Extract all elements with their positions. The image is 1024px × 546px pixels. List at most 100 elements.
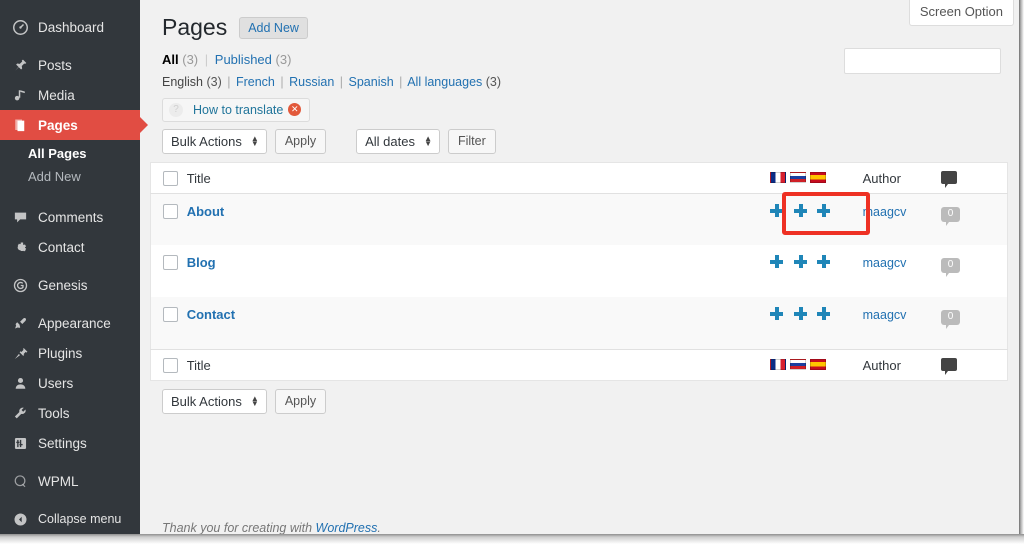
comment-count-badge[interactable]: 0 [941,310,961,330]
page-title-link[interactable]: Contact [187,307,235,322]
filter-all-label: All [162,51,179,67]
select-all-header [150,162,187,194]
sidebar-item-comments[interactable]: Comments [0,202,140,232]
collapse-menu-button[interactable]: Collapse menu [0,504,140,534]
apply-button-bottom[interactable]: Apply [274,388,327,414]
select-all-checkbox-top[interactable] [163,170,178,186]
add-translation-french[interactable] [770,255,784,269]
row-title-cell: Contact [187,297,770,349]
sidebar-item-wpml[interactable]: WPML [0,466,140,496]
bulk-actions-select-bottom[interactable]: Bulk Actions ▲ ▼ [162,388,267,414]
column-footer-author[interactable]: Author [862,348,942,381]
tablenav-bottom: Bulk Actions ▲ ▼ Apply [162,388,1019,414]
search-box[interactable] [844,48,1001,74]
author-link[interactable]: maagcv [863,308,907,322]
wordpress-link[interactable]: WordPress [316,521,378,535]
sidebar-item-label: Appearance [38,315,111,331]
language-filter-french[interactable]: French [236,75,275,89]
wpml-icon [10,471,30,491]
comment-bubble-icon [941,170,958,188]
french-flag-icon [770,171,787,183]
filter-published-count: (3) [275,51,292,67]
row-title-cell: About [187,193,770,245]
sidebar-item-contact[interactable]: Contact [0,232,140,262]
column-header-title[interactable]: Title [186,162,771,194]
language-filter-all[interactable]: All languages [407,75,482,89]
add-translation-russian[interactable] [793,307,807,321]
language-flags-group [770,358,827,370]
sidebar-item-tools[interactable]: Tools [0,398,140,428]
sidebar-item-posts[interactable]: Posts [0,50,140,80]
add-translation-french[interactable] [770,307,784,321]
language-filter-spanish[interactable]: Spanish [349,75,394,89]
sidebar-item-settings[interactable]: Settings [0,428,140,458]
screen-options-label: Screen Option [919,4,1003,19]
footer-text-before: Thank you for creating with [162,521,316,535]
add-translation-spanish[interactable] [817,307,831,321]
sidebar-divider [0,42,140,50]
how-to-translate-notice[interactable]: ? How to translate ✕ [162,97,311,122]
row-checkbox[interactable] [163,307,178,323]
column-footer-title[interactable]: Title [186,348,771,381]
filter-button[interactable]: Filter [447,128,496,154]
row-title-cell: Blog [187,245,770,297]
table-row[interactable]: Contact maagcv 0 [150,297,1008,350]
sidebar-divider [0,300,140,308]
table-row[interactable]: Blog maagcv 0 [151,245,1008,297]
row-checkbox[interactable] [163,255,178,271]
page-title-link[interactable]: Blog [187,255,216,270]
sidebar-divider [0,194,140,202]
sidebar-item-plugins[interactable]: Plugins [0,338,140,368]
sidebar-item-genesis[interactable]: Genesis [0,270,140,300]
date-filter-label: All dates [365,133,415,149]
sidebar-item-label: Media [38,87,75,103]
language-label: Spanish [348,74,394,89]
dashboard-icon [10,17,30,37]
author-link[interactable]: maagcv [863,205,907,219]
sidebar-item-pages[interactable]: Pages [0,110,148,140]
sidebar-item-label: Users [38,375,74,391]
row-checkbox-cell [151,193,187,245]
add-translation-french[interactable] [770,203,784,217]
row-checkbox[interactable] [163,203,178,219]
apply-button-top[interactable]: Apply [274,128,327,154]
language-count: (3) [206,74,222,89]
comment-count-badge[interactable]: 0 [941,258,961,278]
language-filter-row: English (3) | French | Russian | Spanish… [162,75,1019,89]
select-all-footer [150,348,187,381]
close-circle-icon[interactable]: ✕ [288,103,302,117]
add-new-button[interactable]: Add New [239,16,308,39]
question-mark-icon: ? [169,102,183,117]
table-row[interactable]: About maagcv 0 [150,193,1008,246]
sidebar-divider [0,262,140,270]
sidebar-item-media[interactable]: Media [0,80,140,110]
add-translation-spanish[interactable] [817,203,831,217]
language-separator: | [280,74,284,89]
author-link[interactable]: maagcv [863,256,907,270]
screen-options-tab[interactable]: Screen Option [908,0,1014,26]
add-translation-russian[interactable] [793,255,807,269]
add-translation-russian[interactable] [793,203,807,217]
sidebar-item-dashboard[interactable]: Dashboard [0,12,140,42]
plug-icon [10,343,30,363]
column-header-comments[interactable] [941,162,1008,194]
filter-link-published[interactable]: Published [215,52,272,67]
sidebar-item-label: Plugins [38,345,83,361]
select-all-checkbox-bottom[interactable] [163,357,178,373]
filter-link-all[interactable]: All [162,52,179,67]
date-filter-select[interactable]: All dates ▲ ▼ [356,128,440,154]
bulk-actions-select-top[interactable]: Bulk Actions ▲ ▼ [162,128,267,154]
page-title-link[interactable]: About [187,204,225,219]
column-footer-comments[interactable] [941,348,1008,381]
sidebar-item-all-pages[interactable]: All Pages [0,142,140,165]
search-input[interactable] [845,49,1000,73]
language-filter-english[interactable]: English (3) [162,75,222,89]
sidebar-item-add-new[interactable]: Add New [0,165,140,188]
comment-count-badge[interactable]: 0 [941,206,961,226]
sidebar-item-users[interactable]: Users [0,368,140,398]
column-header-author[interactable]: Author [862,162,942,194]
language-filter-russian[interactable]: Russian [289,75,334,89]
sidebar-item-appearance[interactable]: Appearance [0,308,140,338]
add-translation-spanish[interactable] [817,255,831,269]
sidebar-submenu-pages: All Pages Add New [0,140,140,194]
